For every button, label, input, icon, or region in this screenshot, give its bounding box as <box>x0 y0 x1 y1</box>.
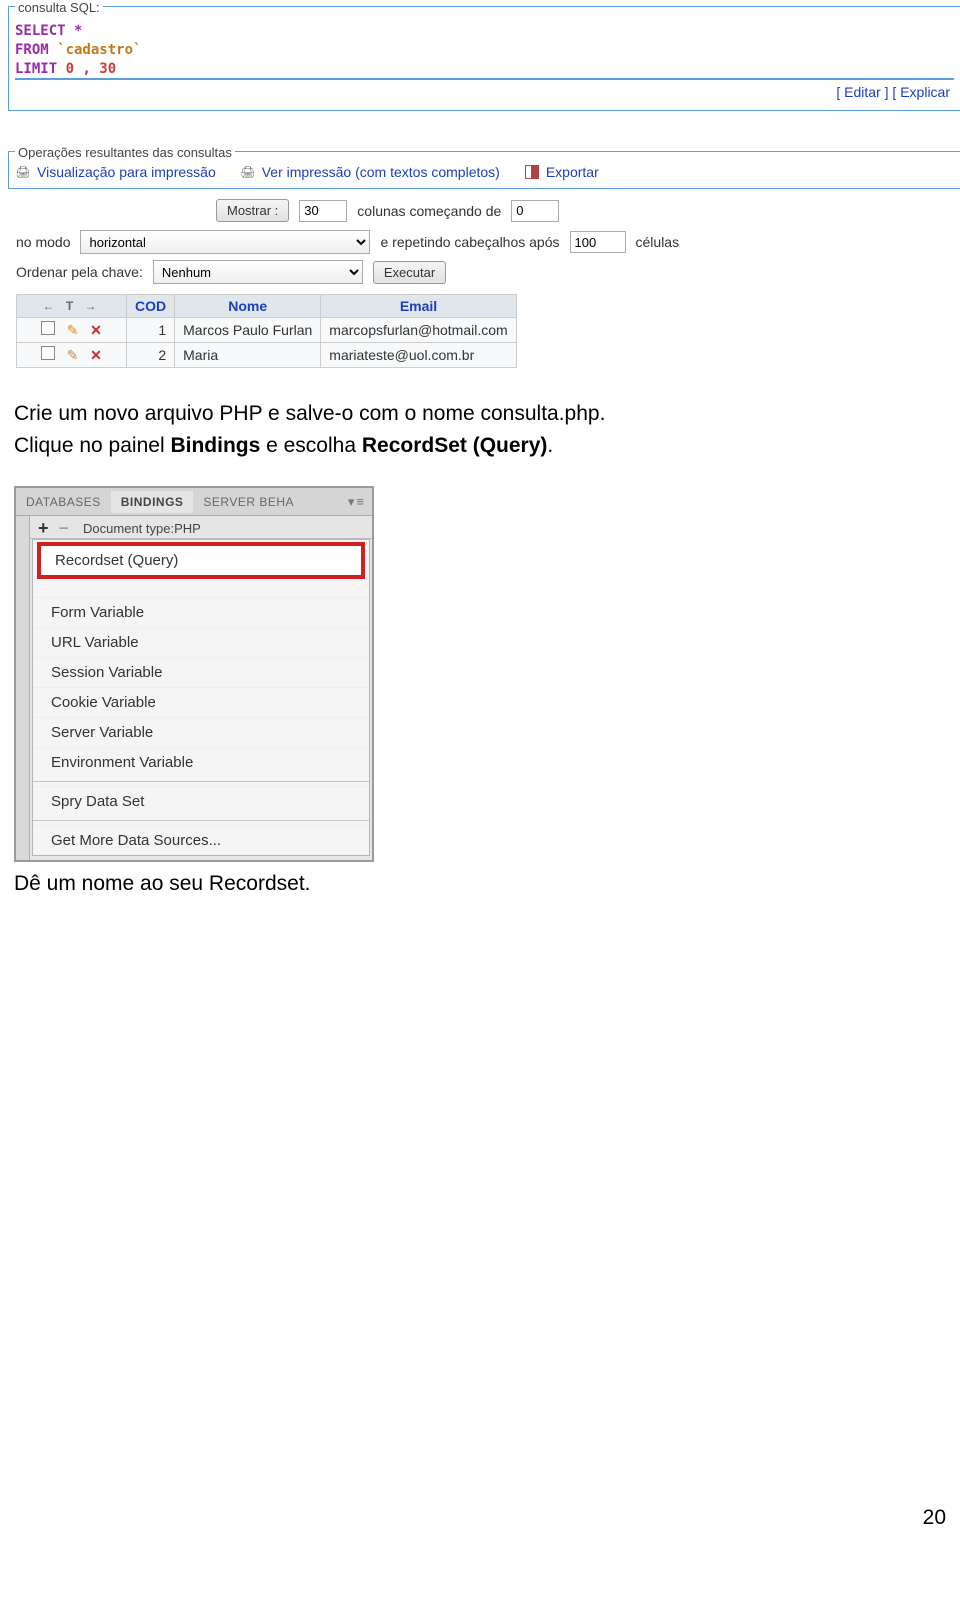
menu-item-cookie-variable[interactable]: Cookie Variable <box>33 687 369 717</box>
mostrar-button[interactable]: Mostrar : <box>216 199 289 222</box>
cell-email: mariateste@uol.com.br <box>321 343 516 368</box>
print-view-link[interactable]: Visualização para impressão <box>15 164 216 180</box>
instruction-paragraph: Crie um novo arquivo PHP e salve-o com o… <box>0 368 960 468</box>
tab-databases[interactable]: DATABASES <box>16 491 111 513</box>
export-link[interactable]: Exportar <box>524 164 599 180</box>
delete-row-icon[interactable]: ✕ <box>90 347 102 363</box>
executar-button[interactable]: Executar <box>373 261 446 284</box>
sql-code: SELECT * FROM `cadastro` LIMIT 0 , 30 <box>15 21 954 78</box>
menu-item-recordset[interactable]: Recordset (Query) <box>37 542 365 579</box>
menu-item-spry-data-set[interactable]: Spry Data Set <box>33 786 369 816</box>
row-checkbox[interactable] <box>41 346 55 360</box>
repetindo-label: e repetindo cabeçalhos após <box>380 234 559 250</box>
tab-bindings[interactable]: BINDINGS <box>111 491 194 513</box>
sql-table-name: `cadastro` <box>49 42 142 58</box>
col-cod-header[interactable]: COD <box>127 295 175 318</box>
colunas-text: colunas começando de <box>357 203 501 219</box>
cell-cod: 2 <box>127 343 175 368</box>
instruction-paragraph-2: Dê um nome ao seu Recordset. <box>0 862 960 906</box>
explain-sql-link[interactable]: Explicar <box>900 84 950 100</box>
export-icon <box>524 164 540 180</box>
sql-keyword: LIMIT <box>15 61 57 77</box>
remove-binding-button[interactable]: − <box>59 520 70 536</box>
celulas-label: células <box>636 234 680 250</box>
print-icon <box>240 164 256 180</box>
edit-row-icon[interactable]: ✎ <box>67 322 79 338</box>
tab-server-behaviors[interactable]: SERVER BEHA <box>193 491 304 513</box>
print-icon <box>15 164 31 180</box>
cell-email: marcopsfurlan@hotmail.com <box>321 318 516 343</box>
sql-keyword: FROM <box>15 42 49 58</box>
menu-item-url-variable[interactable]: URL Variable <box>33 627 369 657</box>
panel-toolbar: + − Document type:PHP <box>30 516 372 539</box>
table-header-row: ← T → COD Nome Email <box>17 295 517 318</box>
delete-row-icon[interactable]: ✕ <box>90 322 102 338</box>
instruction-line-2: Clique no painel Bindings e escolha Reco… <box>14 430 946 462</box>
add-binding-button[interactable]: + <box>38 520 49 536</box>
result-controls: Mostrar : colunas começando de no modo h… <box>8 193 960 290</box>
sql-keyword: SELECT <box>15 23 66 39</box>
cell-nome: Maria <box>175 343 321 368</box>
operations-legend: Operações resultantes das consultas <box>15 145 235 160</box>
col-email-header[interactable]: Email <box>321 295 516 318</box>
sql-action-links: [ Editar ] [ Explicar <box>15 78 954 102</box>
repeat-headers-input[interactable] <box>570 231 626 253</box>
menu-item-get-more-sources[interactable]: Get More Data Sources... <box>33 825 369 855</box>
panel-menu-icon[interactable]: ▾≡ <box>348 494 372 510</box>
col-nome-header[interactable]: Nome <box>175 295 321 318</box>
sort-key-select[interactable]: Nenhum <box>153 260 363 284</box>
bindings-menu: Recordset (Query) Form Variable URL Vari… <box>32 539 370 856</box>
display-mode-select[interactable]: horizontal <box>80 230 370 254</box>
rows-count-input[interactable] <box>299 200 347 222</box>
document-type-label: Document type:PHP <box>83 521 201 536</box>
bindings-panel: DATABASES BINDINGS SERVER BEHA ▾≡ + − Do… <box>14 486 374 862</box>
row-checkbox[interactable] <box>41 321 55 335</box>
start-row-input[interactable] <box>511 200 559 222</box>
edit-sql-link[interactable]: Editar <box>844 84 881 100</box>
result-table: ← T → COD Nome Email ✎ ✕ 1 Marcos Paulo … <box>16 294 517 368</box>
nomodo-label: no modo <box>16 234 70 250</box>
query-operations-fieldset: Operações resultantes das consultas Visu… <box>8 151 960 189</box>
edit-row-icon[interactable]: ✎ <box>67 347 79 363</box>
ordenar-label: Ordenar pela chave: <box>16 264 143 280</box>
row-actions-header: ← T → <box>17 295 127 318</box>
print-full-link[interactable]: Ver impressão (com textos completos) <box>240 164 500 180</box>
table-row: ✎ ✕ 1 Marcos Paulo Furlan marcopsfurlan@… <box>17 318 517 343</box>
sql-legend: consulta SQL: <box>15 0 103 15</box>
sql-fieldset: consulta SQL: SELECT * FROM `cadastro` L… <box>8 6 960 111</box>
panel-tabs: DATABASES BINDINGS SERVER BEHA ▾≡ <box>16 488 372 516</box>
page-number: 20 <box>0 906 960 1550</box>
cell-nome: Marcos Paulo Furlan <box>175 318 321 343</box>
menu-item-form-variable[interactable]: Form Variable <box>33 597 369 627</box>
panel-left-rail <box>16 516 30 860</box>
instruction-line-1: Crie um novo arquivo PHP e salve-o com o… <box>14 398 946 430</box>
menu-item-server-variable[interactable]: Server Variable <box>33 717 369 747</box>
menu-item-session-variable[interactable]: Session Variable <box>33 657 369 687</box>
phpmyadmin-section: consulta SQL: SELECT * FROM `cadastro` L… <box>0 0 960 368</box>
menu-item-environment-variable[interactable]: Environment Variable <box>33 747 369 777</box>
table-row: ✎ ✕ 2 Maria mariateste@uol.com.br <box>17 343 517 368</box>
cell-cod: 1 <box>127 318 175 343</box>
